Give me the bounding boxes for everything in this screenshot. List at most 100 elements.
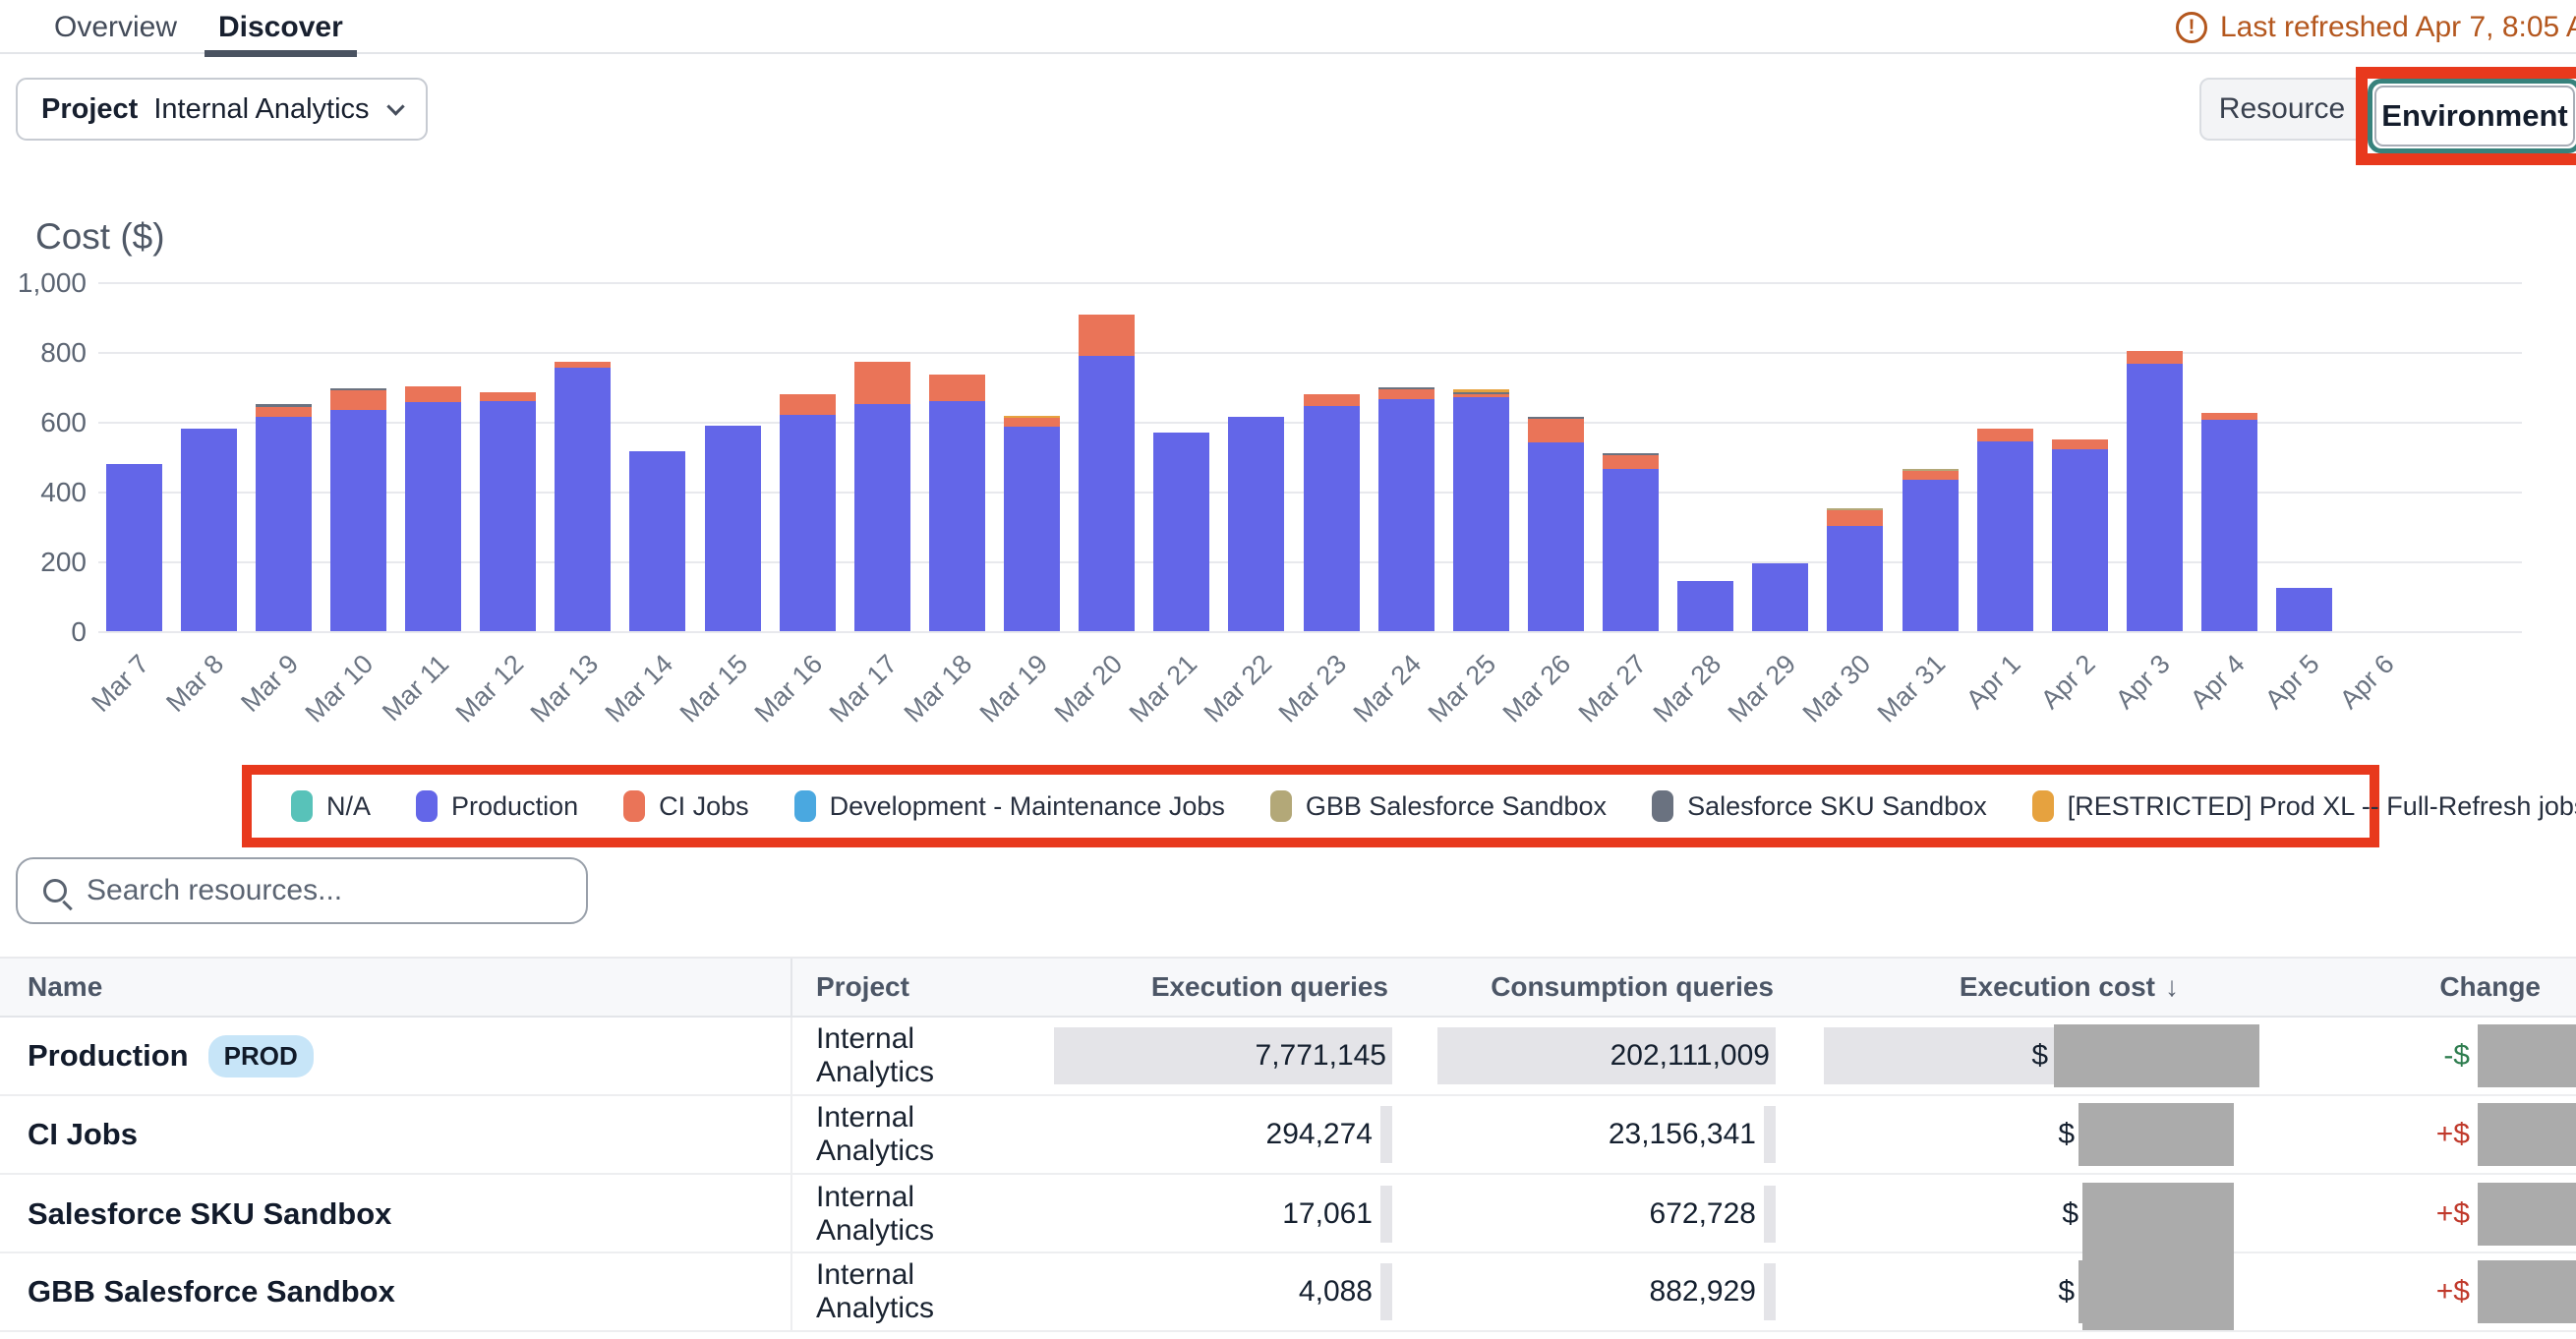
cost-currency-prefix: $ (2058, 1118, 2075, 1151)
table-row[interactable]: CI Jobs Internal Analytics294,27423,156,3… (0, 1096, 2576, 1175)
discover-dashboard: { "header": { "tabs": [ { "label": "Over… (0, 0, 2576, 1339)
bar-segment (181, 429, 237, 631)
change-prefix: +$ (2436, 1118, 2470, 1151)
bar-segment (1079, 315, 1135, 356)
stacked-bar (1603, 453, 1659, 631)
execution-cost-cell: $ (1776, 1096, 2259, 1173)
column-header-execution-cost[interactable]: Execution cost ↓ (1776, 959, 2259, 1016)
bar-segment (1603, 455, 1659, 469)
execution-queries-cell: 17,061 (1028, 1175, 1392, 1253)
bar-slot (1219, 282, 1294, 631)
bar-segment (1378, 399, 1434, 631)
x-slot: Mar 14 (620, 637, 695, 735)
execution-queries-cell: 294,274 (1028, 1096, 1392, 1173)
execution-cost-label: Execution cost (1960, 971, 2155, 1003)
gridline (98, 631, 2522, 633)
x-slot: Mar 16 (770, 637, 845, 735)
x-slot: Mar 13 (546, 637, 620, 735)
bar-segment (2127, 364, 2183, 631)
stacked-bar (780, 394, 836, 631)
resource-toggle-button[interactable]: Resource (2199, 78, 2365, 141)
column-header-execution-queries[interactable]: Execution queries (1028, 959, 1392, 1016)
search-input[interactable] (87, 874, 566, 907)
bar-slot (770, 282, 845, 631)
bar-segment (480, 392, 536, 401)
legend-item[interactable]: CI Jobs (623, 790, 749, 822)
bar-slot (2117, 282, 2192, 631)
cost-currency-prefix: $ (2062, 1197, 2078, 1231)
stacked-bar (1903, 469, 1959, 631)
stacked-bar (1079, 315, 1135, 631)
x-slot: Apr 6 (2342, 637, 2417, 735)
legend-item[interactable]: [RESTRICTED] Prod XL -- Full-Refresh job… (2032, 790, 2576, 822)
tab-overview[interactable]: Overview (54, 0, 177, 54)
redaction-remnant (1764, 1186, 1776, 1243)
legend-item[interactable]: GBB Salesforce Sandbox (1270, 790, 1607, 822)
bar-segment (1827, 510, 1883, 526)
bar-slot (1144, 282, 1219, 631)
bar-segment (1004, 427, 1060, 631)
legend-label: GBB Salesforce Sandbox (1306, 791, 1607, 822)
x-slot: Apr 1 (1967, 637, 2042, 735)
x-slot: Mar 8 (171, 637, 246, 735)
last-refreshed-status: ! Last refreshed Apr 7, 8:05 AM PDT (2176, 11, 2576, 44)
bar-slot (995, 282, 1070, 631)
x-axis-label: Apr 5 (2259, 649, 2326, 716)
table-row[interactable]: Salesforce SKU SandboxInternal Analytics… (0, 1175, 2576, 1253)
x-axis-label: Apr 2 (2035, 649, 2102, 716)
x-axis-label: Mar 8 (160, 649, 230, 719)
bar-segment (2052, 439, 2108, 449)
x-slot: Mar 17 (845, 637, 919, 735)
bar-slot (695, 282, 770, 631)
redaction-block (2478, 1024, 2576, 1087)
consumption-queries-cell: 23,156,341 (1392, 1096, 1776, 1173)
bar-slot (845, 282, 919, 631)
environment-toggle-button[interactable]: Environment (2374, 86, 2575, 146)
bar-segment (1004, 418, 1060, 427)
x-slot: Mar 31 (1893, 637, 1967, 735)
stacked-bar (1304, 394, 1360, 631)
legend-label: CI Jobs (659, 791, 749, 822)
bar-slot (1967, 282, 2042, 631)
legend-swatch (794, 790, 816, 822)
column-header-name[interactable]: Name (0, 959, 792, 1016)
legend-item[interactable]: N/A (291, 790, 371, 822)
bar-segment (2052, 449, 2108, 631)
resource-name: CI Jobs (28, 1117, 138, 1152)
table-row[interactable]: ProductionPRODInternal Analytics7,771,14… (0, 1018, 2576, 1096)
column-header-change[interactable]: Change (2259, 959, 2576, 1016)
project-cell: Internal Analytics (792, 1096, 1028, 1173)
redaction-remnant (1764, 1263, 1776, 1320)
change-prefix: +$ (2436, 1275, 2470, 1309)
resource-name: GBB Salesforce Sandbox (28, 1274, 395, 1310)
bar-slot (96, 282, 171, 631)
cell-highlight: 202,111,009 (1437, 1027, 1776, 1084)
bar-slot (396, 282, 471, 631)
bar-slot (1818, 282, 1893, 631)
column-header-consumption-queries[interactable]: Consumption queries (1392, 959, 1776, 1016)
x-axis-label: Mar 9 (236, 649, 306, 719)
bar-segment (106, 464, 162, 631)
resources-table: Name Project Execution queries Consumpti… (0, 957, 2576, 1332)
column-header-project[interactable]: Project (792, 959, 1028, 1016)
bar-segment (2276, 588, 2332, 631)
bar-segment (2201, 420, 2257, 631)
bar-segment (1228, 417, 1284, 631)
stacked-bar (1453, 389, 1509, 631)
search-resources-box[interactable] (16, 857, 588, 924)
bar-segment (629, 451, 685, 631)
execution-queries-cell: 7,771,145 (1028, 1018, 1392, 1094)
legend-item[interactable]: Development - Maintenance Jobs (794, 790, 1225, 822)
project-filter-dropdown[interactable]: Project Internal Analytics (16, 78, 428, 141)
x-slot: Apr 3 (2117, 637, 2192, 735)
redaction-block (2082, 1183, 2234, 1330)
sort-descending-icon: ↓ (2165, 971, 2179, 1003)
legend-item[interactable]: Salesforce SKU Sandbox (1652, 790, 1987, 822)
stacked-bar (1677, 581, 1733, 631)
legend-item[interactable]: Production (416, 790, 578, 822)
stacked-bar (2052, 439, 2108, 631)
bar-segment (256, 417, 312, 631)
resource-name-cell: CI Jobs (0, 1096, 792, 1173)
tab-discover[interactable]: Discover (218, 0, 343, 54)
bar-segment (854, 362, 910, 404)
